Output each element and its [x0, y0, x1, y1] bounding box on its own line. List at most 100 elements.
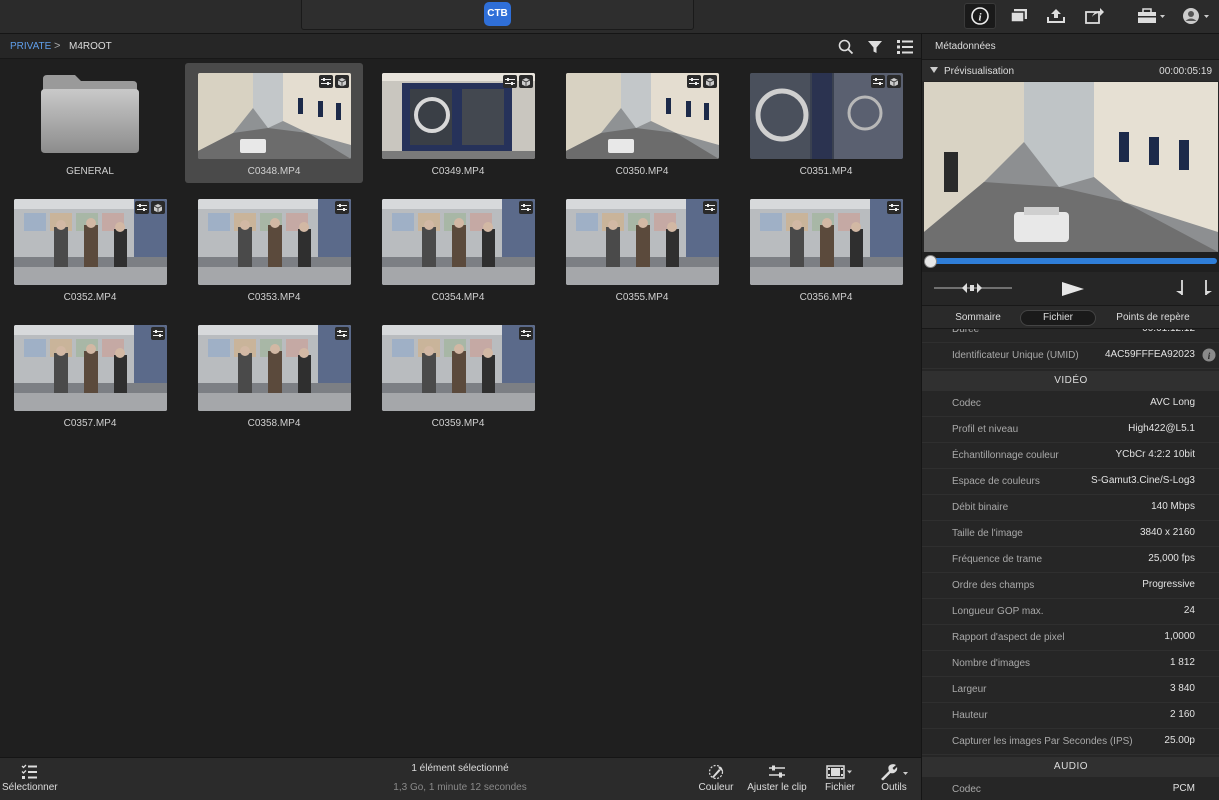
metadata-value: 1 812: [1169, 657, 1195, 668]
mark-out-icon[interactable]: [1200, 278, 1216, 298]
clip-tile[interactable]: C0349.MP4: [369, 63, 547, 183]
metadata-row: Espace de couleurs S-Gamut3.Cine/S-Log3: [922, 469, 1219, 495]
adjust-badge-icon: [503, 75, 517, 88]
toolbox-icon[interactable]: [1132, 3, 1170, 29]
metadata-key: Largeur: [952, 684, 987, 695]
info-icon[interactable]: i: [1202, 348, 1216, 362]
color-button[interactable]: Couleur: [692, 762, 740, 793]
folder-icon: [39, 73, 141, 155]
clip-label: C0358.MP4: [247, 418, 301, 429]
clip-tile[interactable]: C0351.MP4: [737, 63, 915, 183]
share-icon[interactable]: [1078, 3, 1110, 29]
metadata-row: Longueur GOP max. 24: [922, 599, 1219, 625]
scrubber-handle[interactable]: [924, 255, 937, 268]
collapse-caret-icon[interactable]: [930, 67, 938, 73]
metadata-value: YCbCr 4:2:2 10bit: [1115, 449, 1196, 460]
clip-tile[interactable]: C0352.MP4: [1, 189, 179, 309]
clip-thumbnail[interactable]: [382, 325, 535, 411]
clip-tile[interactable]: C0355.MP4: [553, 189, 731, 309]
clip-label: C0355.MP4: [615, 292, 669, 303]
upload-icon[interactable]: [1040, 3, 1072, 29]
clip-thumbnail[interactable]: [750, 199, 903, 285]
file-label: Fichier: [824, 782, 855, 793]
user-icon[interactable]: [1178, 3, 1214, 29]
list-view-icon[interactable]: [896, 38, 914, 56]
clip-tile[interactable]: C0359.MP4: [369, 315, 547, 435]
info-icon[interactable]: i: [964, 3, 996, 29]
clip-label: C0348.MP4: [247, 166, 301, 177]
clip-label: C0354.MP4: [431, 292, 485, 303]
metadata-value: S-Gamut3.Cine/S-Log3: [1091, 475, 1195, 486]
adjust-clip-label: Ajuster le clip: [747, 782, 807, 793]
metadata-value: 1,0000: [1164, 631, 1195, 642]
tools-button[interactable]: Outils: [872, 762, 916, 793]
clip-grid: GENERAL C0348.MP4 C0349.MP4 C0350.MP4 C0351…: [0, 59, 921, 757]
metadata-key: Ordre des champs: [952, 580, 1035, 591]
metadata-row: Identificateur Unique (UMID) 4AC59FFFEA92…: [922, 343, 1219, 369]
mark-in-icon[interactable]: [1172, 278, 1188, 298]
proxy-badge-icon: [703, 75, 717, 88]
clip-thumbnail[interactable]: [14, 199, 167, 285]
metadata-section-header: VIDÉO: [922, 371, 1219, 391]
selection-info: 1,3 Go, 1 minute 12 secondes: [393, 782, 527, 793]
clip-tile[interactable]: C0357.MP4: [1, 315, 179, 435]
adjust-badge-icon: [335, 327, 349, 340]
filter-icon[interactable]: [866, 38, 884, 56]
folder-label: GENERAL: [66, 166, 114, 177]
clip-tile[interactable]: C0354.MP4: [369, 189, 547, 309]
metadata-row: Largeur 3 840: [922, 677, 1219, 703]
adjust-badge-icon: [703, 201, 717, 214]
play-icon[interactable]: [1060, 279, 1086, 299]
metadata-row: Taille de l'image 3840 x 2160: [922, 521, 1219, 547]
clip-thumbnail[interactable]: [750, 73, 903, 159]
clip-tile[interactable]: C0350.MP4: [553, 63, 731, 183]
clip-thumbnail[interactable]: [14, 325, 167, 411]
scrubber[interactable]: [922, 252, 1219, 272]
metadata-value: 140 Mbps: [1151, 501, 1195, 512]
tab-markers[interactable]: Points de repère: [1108, 310, 1198, 326]
tools-label: Outils: [881, 782, 907, 793]
adjust-clip-button[interactable]: Ajuster le clip: [746, 762, 808, 793]
clip-thumbnail[interactable]: [382, 199, 535, 285]
preview-video[interactable]: [924, 82, 1218, 252]
breadcrumb-root[interactable]: PRIVATE: [10, 41, 51, 52]
metadata-list[interactable]: Durée 00:01:12:12 Identificateur Unique (U…: [922, 329, 1219, 800]
metadata-row: Capturer les images Par Secondes (IPS) 25…: [922, 729, 1219, 755]
preview-header[interactable]: Prévisualisation 00:00:05:19: [922, 59, 1219, 81]
clip-thumbnail[interactable]: [198, 325, 351, 411]
metadata-value: 25.00p: [1164, 735, 1195, 746]
jog-shuttle-icon[interactable]: [934, 281, 1014, 295]
clip-thumbnail[interactable]: [198, 73, 351, 159]
folder-tile[interactable]: GENERAL: [1, 63, 179, 183]
search-icon[interactable]: [837, 38, 855, 56]
metadata-section-header: AUDIO: [922, 757, 1219, 777]
clip-thumbnail[interactable]: [566, 73, 719, 159]
preview-label: Prévisualisation: [944, 66, 1015, 77]
clip-thumbnail[interactable]: [382, 73, 535, 159]
file-button[interactable]: Fichier: [818, 762, 862, 793]
clip-tile[interactable]: C0353.MP4: [185, 189, 363, 309]
clip-thumbnail[interactable]: [198, 199, 351, 285]
metadata-value: 25,000 fps: [1148, 553, 1195, 564]
metadata-row: Durée 00:01:12:12: [922, 329, 1219, 343]
proxy-badge-icon: [887, 75, 901, 88]
tab-summary[interactable]: Sommaire: [942, 310, 1014, 326]
metadata-row: Codec PCM: [922, 777, 1219, 800]
metadata-key: Débit binaire: [952, 502, 1009, 513]
scrubber-track[interactable]: [928, 258, 1217, 264]
clip-tile[interactable]: C0348.MP4: [185, 63, 363, 183]
metadata-value: 3 840: [1169, 683, 1195, 694]
clip-tile[interactable]: C0356.MP4: [737, 189, 915, 309]
clip-tile[interactable]: C0358.MP4: [185, 315, 363, 435]
metadata-value: PCM: [1172, 783, 1195, 794]
tab-file[interactable]: Fichier: [1020, 310, 1096, 326]
metadata-row: Nombre d'images 1 812: [922, 651, 1219, 677]
clips-icon[interactable]: [1003, 3, 1035, 29]
select-button[interactable]: Sélectionner: [2, 762, 58, 793]
breadcrumb-current[interactable]: M4ROOT: [69, 41, 112, 52]
app-badge[interactable]: CTB: [484, 2, 511, 26]
clip-thumbnail[interactable]: [566, 199, 719, 285]
adjust-badge-icon: [335, 201, 349, 214]
metadata-tabs: Sommaire Fichier Points de repère: [922, 305, 1219, 329]
metadata-key: Hauteur: [952, 710, 988, 721]
